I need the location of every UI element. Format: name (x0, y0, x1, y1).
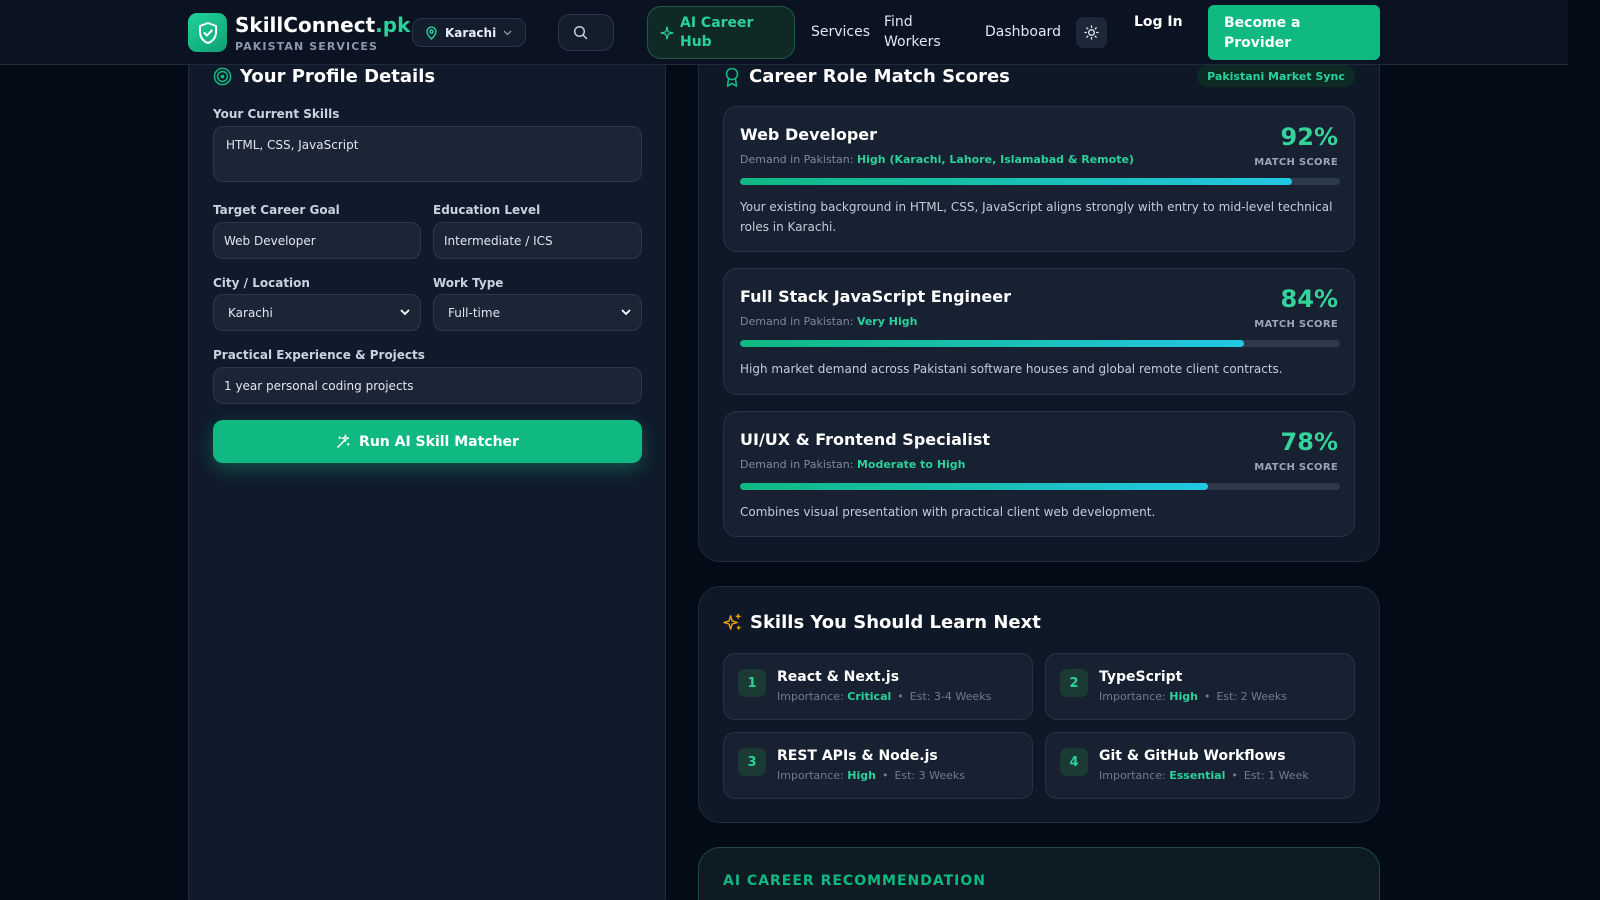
skill-title: React & Next.js (777, 669, 900, 685)
match-score-label: MATCH SCORE (1254, 157, 1338, 168)
skill-rank: 2 (1060, 669, 1088, 697)
skill-meta: Importance: High • Est: 3 Weeks (777, 769, 965, 782)
chevron-down-icon (621, 309, 631, 316)
career-match-title: Career Role Match Scores (723, 66, 1010, 87)
career-match-heading: Career Role Match Scores (749, 66, 1010, 87)
market-sync-badge: Pakistani Market Sync (1197, 65, 1355, 87)
skill-title: TypeScript (1099, 669, 1183, 685)
profile-details-heading: Your Profile Details (240, 66, 436, 87)
education-label: Education Level (433, 203, 541, 217)
skill-card-rest-apis[interactable]: 3 REST APIs & Node.js Importance: High • E… (723, 732, 1033, 799)
role-description: High market demand across Pakistani soft… (740, 362, 1283, 376)
match-progress-fill (740, 178, 1292, 185)
match-progress-bar (740, 178, 1340, 185)
ai-recommendation-heading: AI CAREER RECOMMENDATION (723, 873, 986, 889)
career-goal-input[interactable] (213, 222, 421, 259)
brand-tld: .pk (375, 13, 411, 37)
skill-rank: 1 (738, 669, 766, 697)
theme-toggle-button[interactable] (1076, 17, 1107, 48)
skill-meta: Importance: Essential • Est: 1 Week (1099, 769, 1309, 782)
skill-title: REST APIs & Node.js (777, 748, 938, 764)
top-navigation-bar: SkillConnect.pk PAKISTAN SERVICES Karach… (0, 0, 1568, 65)
match-progress-fill (740, 483, 1208, 490)
sun-icon (1084, 25, 1099, 40)
role-description: Your existing background in HTML, CSS, J… (740, 200, 1333, 234)
ai-recommendation-panel: AI CAREER RECOMMENDATION (698, 847, 1380, 900)
role-title: UI/UX & Frontend Specialist (740, 430, 991, 449)
role-title: Web Developer (740, 125, 878, 144)
work-type-select-value: Full-time (448, 305, 500, 320)
skill-meta: Importance: Critical • Est: 3-4 Weeks (777, 690, 992, 703)
skill-title: Git & GitHub Workflows (1099, 748, 1286, 764)
shield-logo-icon[interactable] (188, 13, 227, 52)
skills-to-learn-heading: Skills You Should Learn Next (750, 612, 1041, 633)
match-progress-bar (740, 483, 1340, 490)
run-skill-matcher-button[interactable]: Run AI Skill Matcher (213, 420, 642, 463)
nav-link-services[interactable]: Services (811, 22, 870, 42)
skills-label: Your Current Skills (213, 107, 340, 121)
nav-link-dashboard[interactable]: Dashboard (985, 22, 1061, 42)
skill-rank: 3 (738, 748, 766, 776)
location-selector[interactable]: Karachi (412, 18, 526, 47)
award-icon (725, 67, 739, 87)
city-label: City / Location (213, 276, 310, 290)
role-description: Combines visual presentation with practi… (740, 505, 1156, 519)
skills-to-learn-title: Skills You Should Learn Next (723, 612, 1041, 633)
login-button[interactable]: Log In (1134, 12, 1184, 32)
education-input[interactable] (433, 222, 642, 259)
match-progress-fill (740, 340, 1244, 347)
magic-wand-icon (337, 434, 350, 448)
run-skill-matcher-label: Run AI Skill Matcher (359, 433, 519, 450)
ai-career-hub-link[interactable]: AI Career Hub (647, 6, 795, 59)
sparkles-icon (723, 613, 741, 630)
work-type-label: Work Type (433, 276, 504, 290)
skill-card-typescript[interactable]: 2 TypeScript Importance: High • Est: 2 Wee… (1045, 653, 1355, 720)
skills-textarea[interactable] (213, 126, 642, 182)
role-card-ui-ux[interactable]: UI/UX & Frontend Specialist Demand in Pa… (723, 411, 1355, 537)
chevron-down-icon (400, 309, 410, 316)
brand-subtitle: PAKISTAN SERVICES (235, 40, 379, 53)
match-progress-bar (740, 340, 1340, 347)
become-provider-button[interactable]: Become a Provider (1208, 5, 1380, 60)
role-title: Full Stack JavaScript Engineer (740, 287, 1011, 306)
map-pin-icon (426, 25, 437, 40)
city-select-value: Karachi (228, 305, 273, 320)
sparkles-icon (660, 25, 674, 40)
role-demand: Demand in Pakistan: High (Karachi, Lahor… (740, 153, 1134, 166)
skill-rank: 4 (1060, 748, 1088, 776)
role-match-score: 92% (1280, 123, 1338, 151)
role-match-score: 78% (1280, 428, 1338, 456)
nav-link-find-workers[interactable]: Find Workers (884, 12, 954, 52)
search-button[interactable] (558, 14, 614, 51)
experience-label: Practical Experience & Projects (213, 348, 425, 362)
city-select[interactable]: Karachi (213, 294, 421, 331)
chevron-down-icon (503, 30, 512, 35)
skill-card-git[interactable]: 4 Git & GitHub Workflows Importance: Ess… (1045, 732, 1355, 799)
career-goal-label: Target Career Goal (213, 203, 340, 217)
target-icon (213, 67, 232, 86)
skill-card-react[interactable]: 1 React & Next.js Importance: Critical • E… (723, 653, 1033, 720)
match-score-label: MATCH SCORE (1254, 462, 1338, 473)
ai-career-hub-label: AI Career Hub (680, 14, 754, 50)
work-type-select[interactable]: Full-time (433, 294, 642, 331)
search-icon (573, 25, 588, 40)
role-card-full-stack[interactable]: Full Stack JavaScript Engineer Demand in… (723, 268, 1355, 395)
experience-input[interactable] (213, 367, 642, 404)
role-demand: Demand in Pakistan: Very High (740, 315, 918, 328)
shield-check-icon (198, 21, 217, 44)
match-score-label: MATCH SCORE (1254, 319, 1338, 330)
role-demand: Demand in Pakistan: Moderate to High (740, 458, 966, 471)
role-match-score: 84% (1280, 285, 1338, 313)
profile-details-title: Your Profile Details (213, 66, 435, 87)
location-label: Karachi (445, 25, 497, 40)
brand-name[interactable]: SkillConnect.pk (235, 13, 410, 37)
skill-meta: Importance: High • Est: 2 Weeks (1099, 690, 1287, 703)
role-card-web-developer[interactable]: Web Developer Demand in Pakistan: High (… (723, 106, 1355, 252)
